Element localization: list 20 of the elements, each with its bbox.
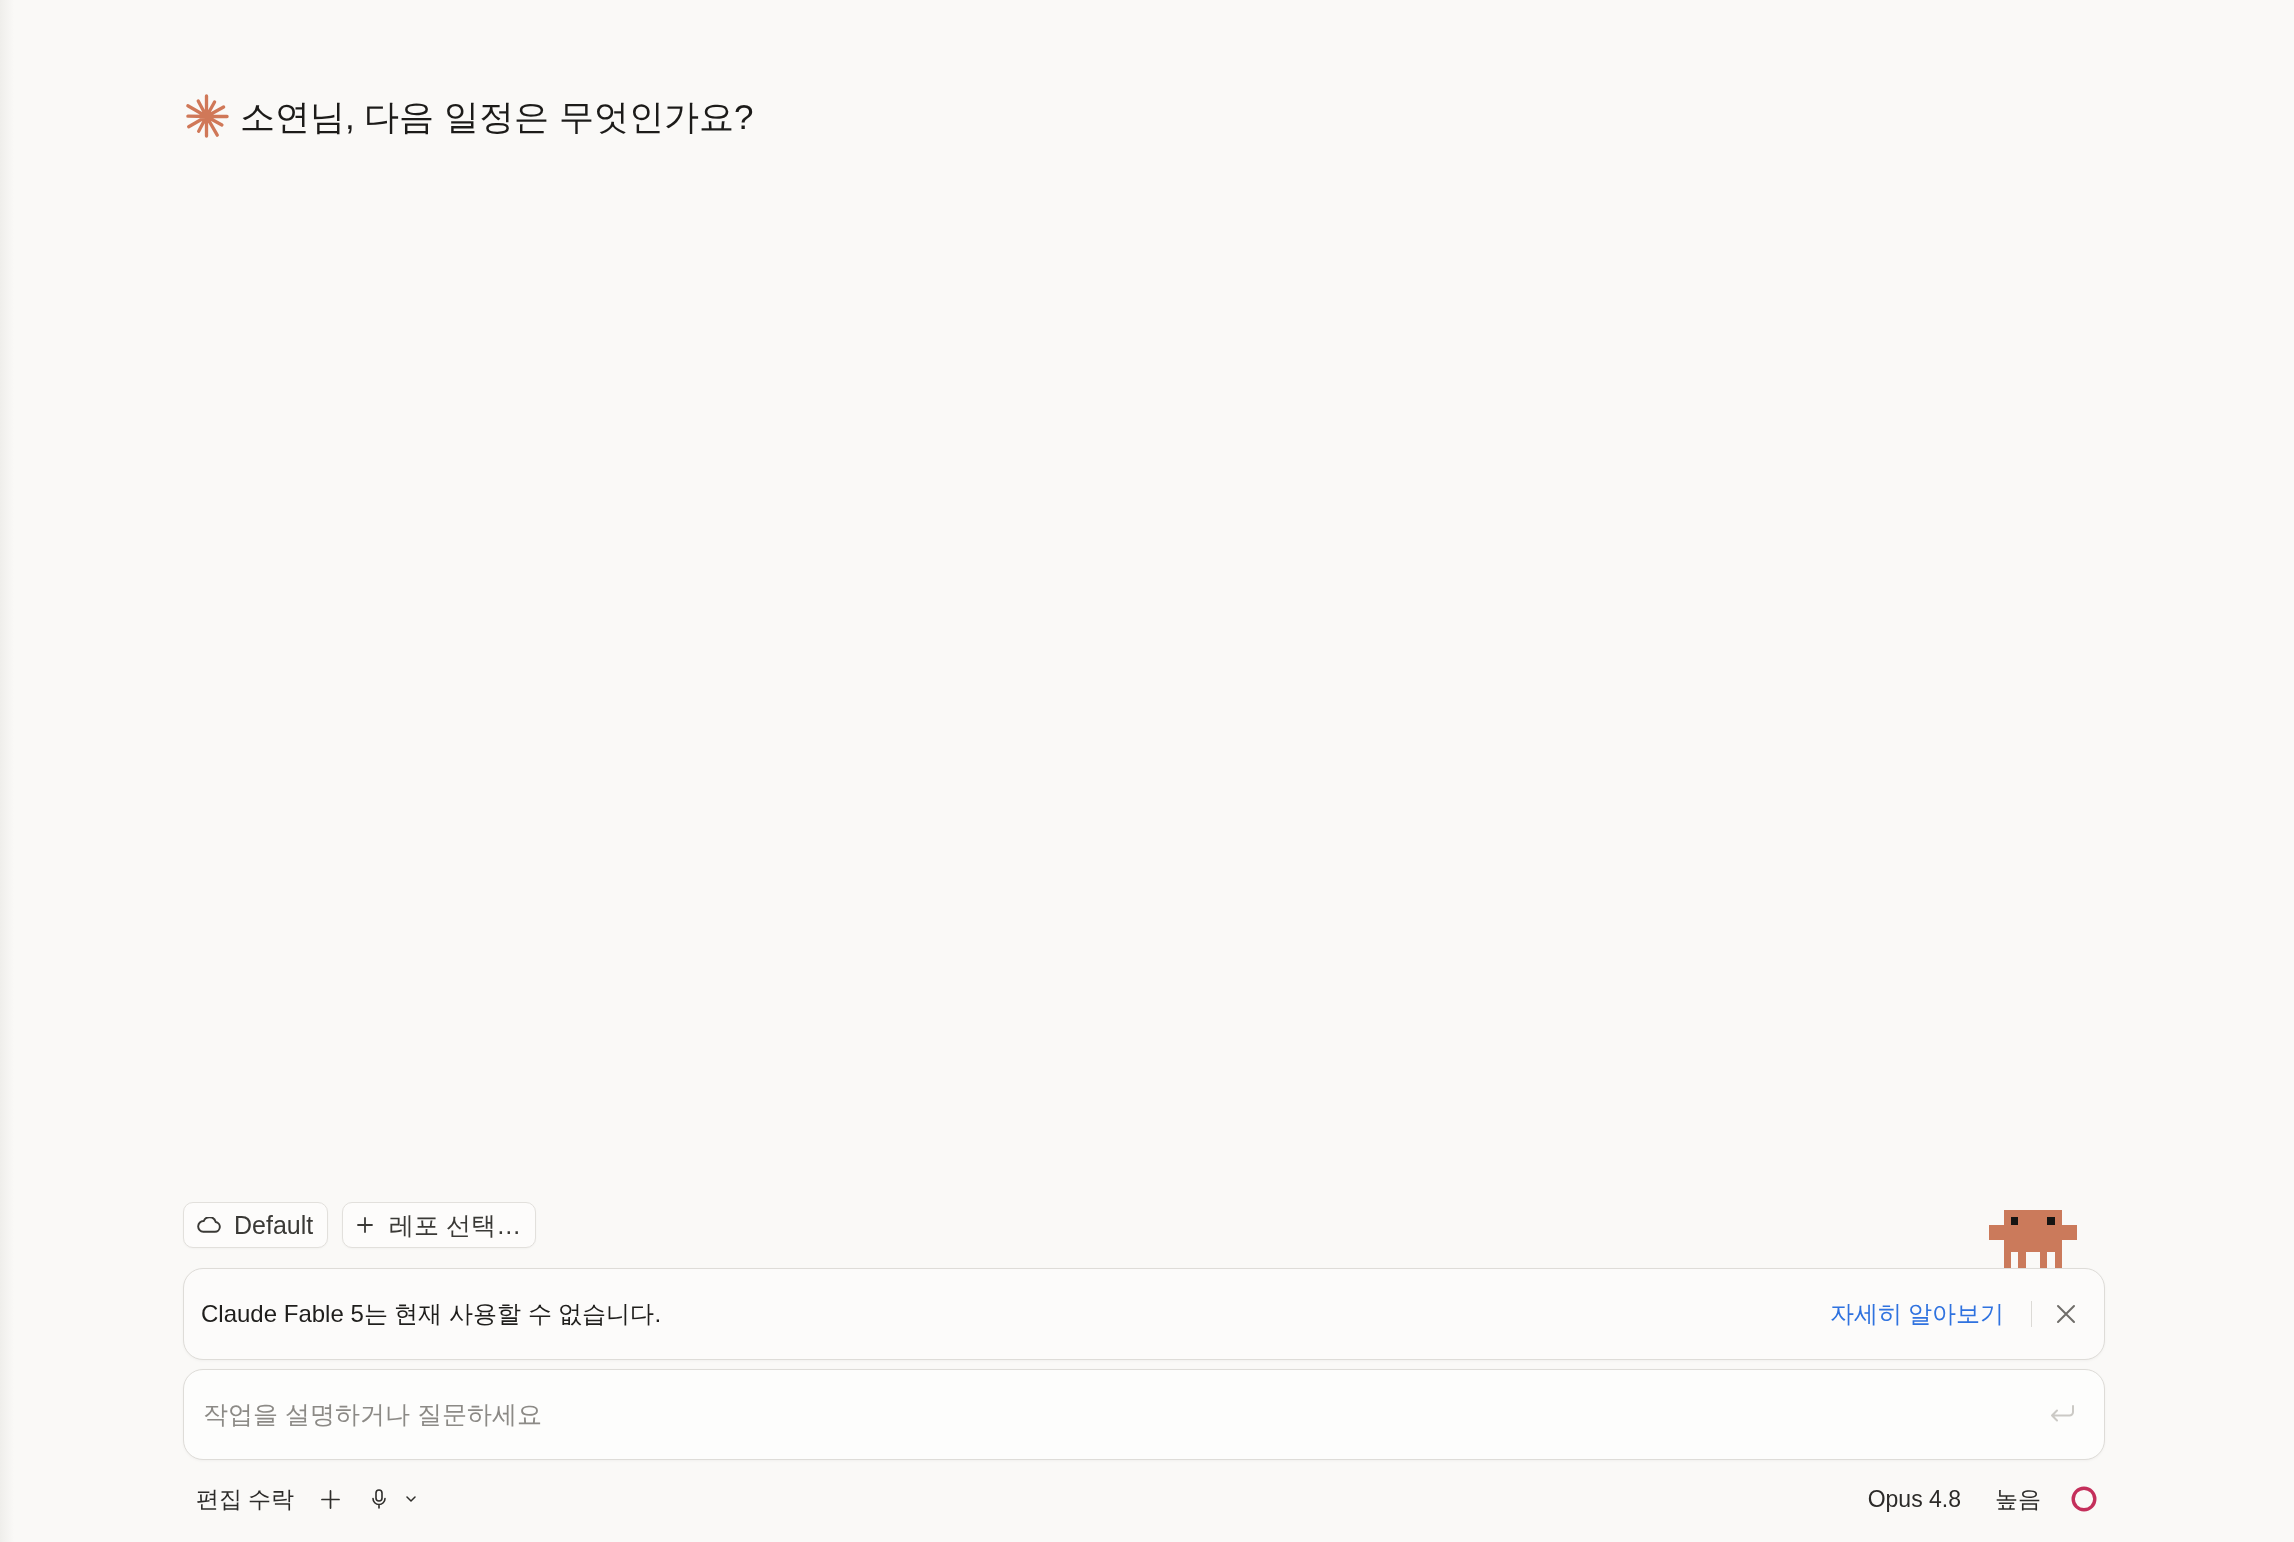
repo-select-button[interactable]: 레포 선택…	[342, 1202, 537, 1248]
model-select-button[interactable]: Opus 4.8	[1854, 1480, 1974, 1518]
close-button[interactable]	[2054, 1302, 2078, 1326]
plus-icon	[321, 1489, 341, 1509]
effort-select-button[interactable]: 높음	[1982, 1478, 2054, 1520]
permission-mode-button[interactable]: 편집 수락	[183, 1478, 308, 1520]
spark-icon	[183, 93, 230, 140]
learn-more-link[interactable]: 자세히 알아보기	[1829, 1298, 2005, 1330]
plus-icon	[357, 1217, 374, 1233]
return-icon	[2049, 1404, 2075, 1424]
chevron-down-icon	[406, 1496, 417, 1502]
environment-button[interactable]: Default	[183, 1202, 329, 1248]
close-icon	[2056, 1304, 2076, 1324]
greeting-title: 소연님, 다음 일정은 무엇인가요?	[240, 95, 754, 138]
notice-message: Claude Fable 5는 현재 사용할 수 없습니다.	[201, 1299, 663, 1329]
prompt-field[interactable]: 작업을 설명하거나 질문하세요	[183, 1369, 2105, 1460]
microphone-icon	[372, 1489, 387, 1509]
cloud-icon	[197, 1216, 221, 1234]
pixel-creature-icon	[1989, 1210, 2077, 1268]
ring-icon[interactable]	[2071, 1486, 2097, 1512]
